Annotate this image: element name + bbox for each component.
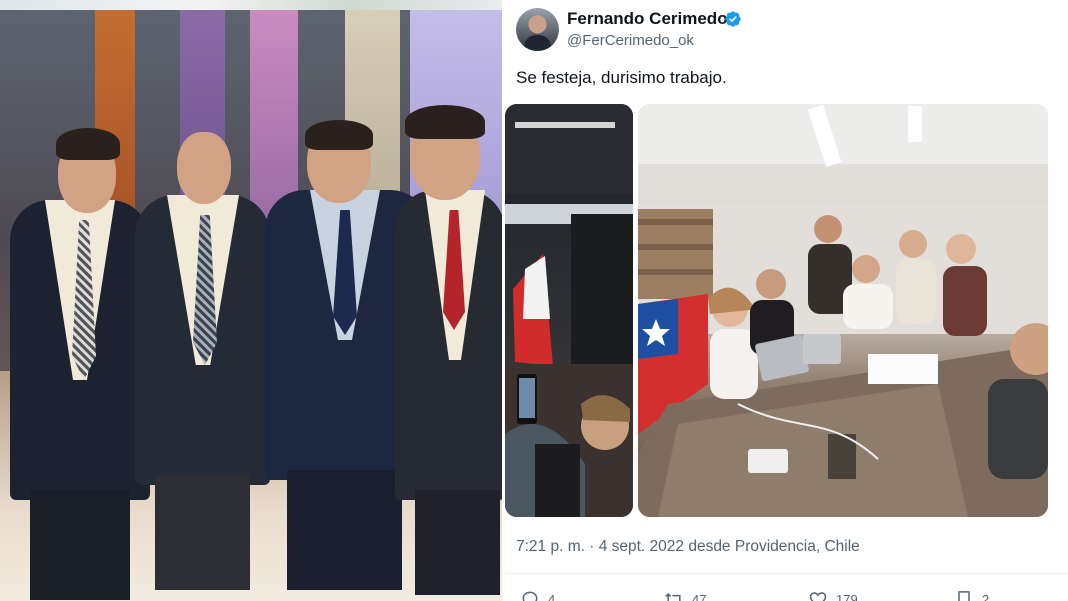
like-count: 179 — [836, 591, 858, 601]
avatar[interactable] — [516, 8, 559, 51]
tweet-timestamp[interactable]: 7:21 p. m. · 4 sept. 2022 desde Providen… — [516, 537, 860, 557]
heart-icon — [809, 592, 827, 601]
bookmark-button[interactable]: 2 — [954, 589, 989, 601]
display-name[interactable]: Fernando Cerimedo — [567, 9, 728, 29]
crowd-photo — [505, 104, 633, 517]
tweet-media-1[interactable] — [505, 104, 633, 517]
photo-banner — [0, 0, 502, 10]
user-handle[interactable]: @FerCerimedo_ok — [567, 31, 694, 51]
tweet-media-2[interactable] — [638, 104, 1048, 517]
retweet-button[interactable]: 47 — [664, 589, 706, 601]
reply-button[interactable]: 4 — [520, 589, 555, 601]
tweet-card[interactable]: Fernando Cerimedo @FerCerimedo_ok Se fes… — [502, 0, 1068, 601]
bookmark-count: 2 — [982, 591, 990, 601]
retweet-icon — [665, 592, 682, 601]
verified-badge-icon — [725, 11, 741, 27]
retweet-count: 47 — [692, 591, 707, 601]
event-photo — [0, 0, 502, 601]
like-button[interactable]: 179 — [808, 589, 858, 601]
divider — [502, 573, 1068, 574]
reply-icon — [522, 591, 538, 601]
office-photo — [638, 104, 1048, 517]
reply-count: 4 — [548, 591, 556, 601]
tweet-text: Se festeja, durisimo trabajo. — [516, 68, 727, 87]
bookmark-icon — [958, 591, 970, 601]
